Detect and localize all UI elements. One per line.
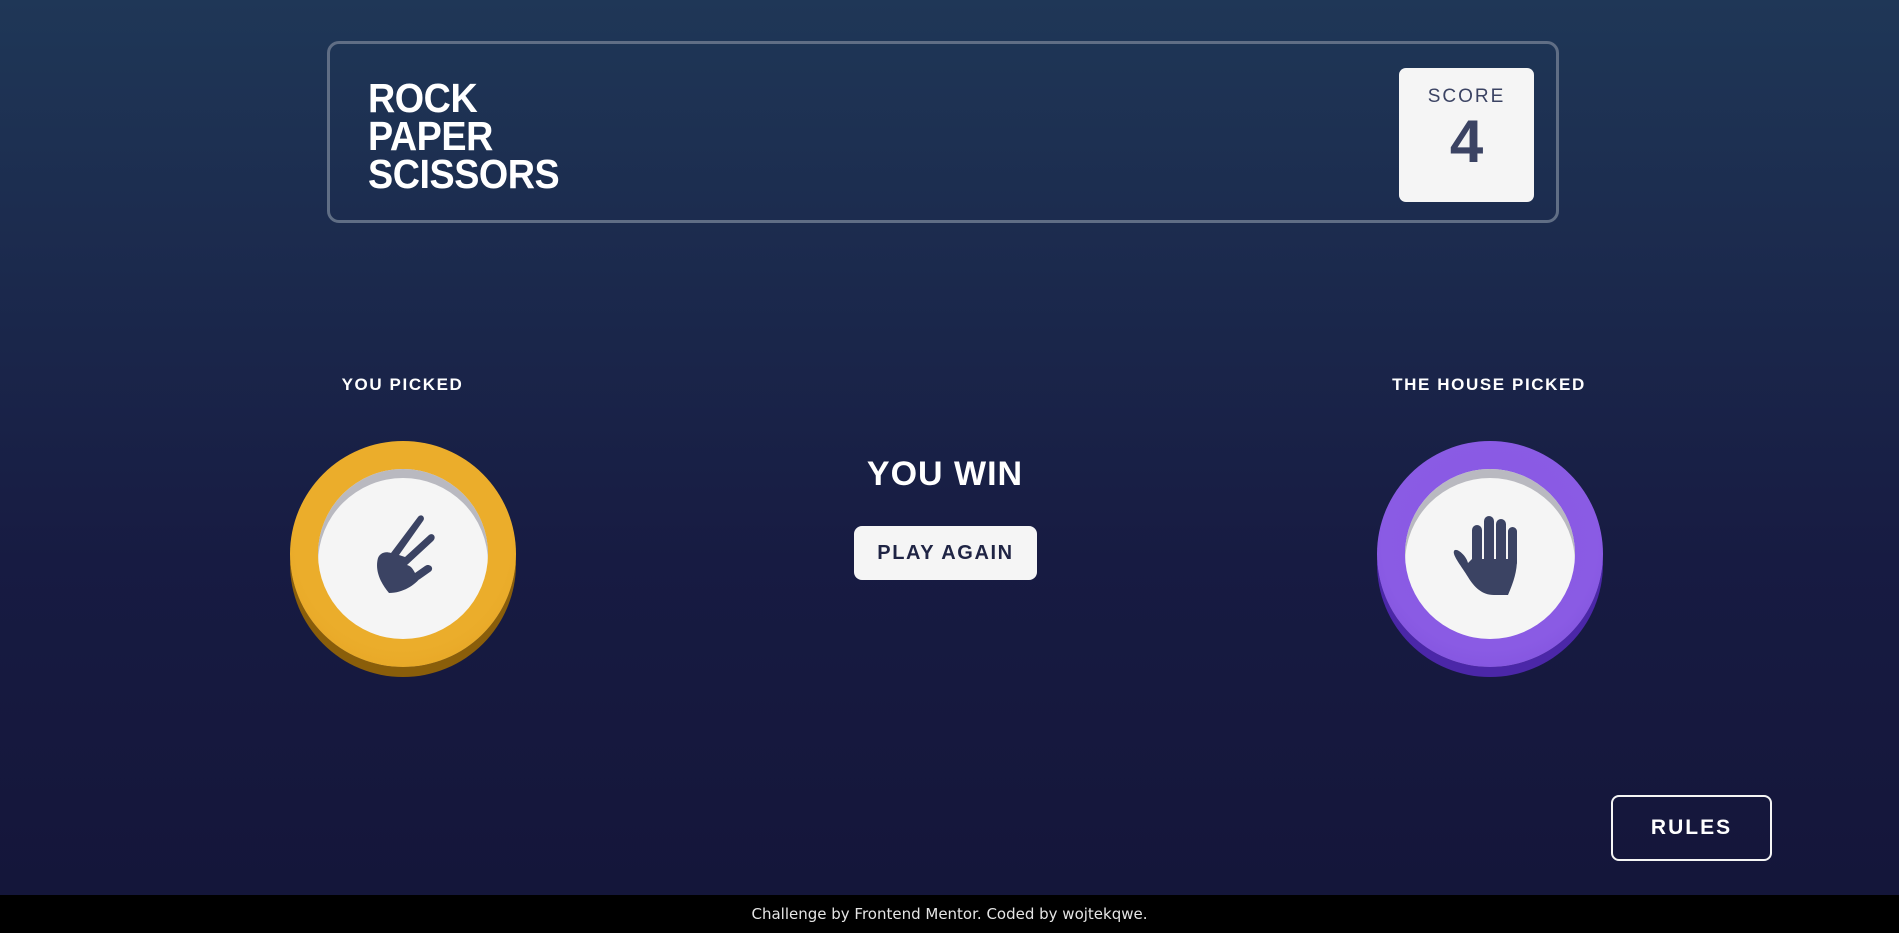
- footer-attribution: Challenge by Frontend Mentor. Coded by w…: [0, 895, 1899, 933]
- house-picked-label: THE HOUSE PICKED: [1392, 375, 1586, 394]
- logo-line-scissors: SCISSORS: [368, 151, 560, 197]
- paper-icon: [1453, 516, 1517, 595]
- score-box: SCORE 4: [1399, 68, 1534, 202]
- house-choice-paper-token: [1377, 441, 1603, 667]
- game-logo: ROCK PAPER SCISSORS: [368, 75, 560, 197]
- player-choice-scissors-token: [290, 441, 516, 667]
- scissors-icon: [377, 515, 435, 593]
- header: ROCK PAPER SCISSORS SCORE 4: [327, 41, 1559, 223]
- you-picked-label: YOU PICKED: [341, 375, 464, 394]
- result-text: YOU WIN: [866, 455, 1024, 493]
- rules-button[interactable]: RULES: [1611, 795, 1772, 861]
- score-value: 4: [1449, 108, 1484, 175]
- token-inner: [318, 469, 488, 639]
- token-inner: [1405, 469, 1575, 639]
- logo-line-paper: PAPER: [368, 113, 493, 159]
- score-label: SCORE: [1427, 86, 1506, 107]
- logo-line-rock: ROCK: [368, 75, 478, 121]
- play-again-button[interactable]: PLAY AGAIN: [854, 526, 1037, 580]
